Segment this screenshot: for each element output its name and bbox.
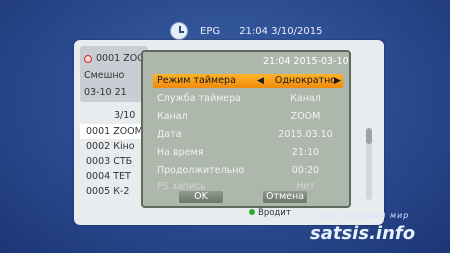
- scrollbar[interactable]: [366, 128, 372, 200]
- row-label: Канал: [157, 111, 188, 122]
- dialog-datetime: 21:04 2015-03-10: [263, 56, 349, 67]
- program-info-box: 0001 ZOO Смешно 03-10 21: [80, 46, 148, 102]
- info-date: 03-10 21: [84, 87, 127, 98]
- duration-row[interactable]: Продолжительно 00:20: [153, 164, 343, 178]
- watermark-logo: satsis.info: [310, 223, 416, 244]
- row-label: На время: [157, 147, 204, 158]
- ok-button[interactable]: OK: [179, 191, 223, 203]
- info-channel: 0001 ZOO: [96, 53, 145, 64]
- timer-mode-row[interactable]: Режим таймера ◀ Однократно ▶: [153, 74, 343, 88]
- date-row[interactable]: Дата 2015.03.10: [153, 128, 343, 142]
- row-label: Режим таймера: [157, 75, 236, 86]
- scrollbar-thumb[interactable]: [366, 128, 372, 144]
- epg-title: EPG: [200, 26, 221, 37]
- bottom-hint: Вродит: [249, 208, 291, 218]
- timer-dialog: 21:04 2015-03-10 Режим таймера ◀ Однокра…: [141, 50, 351, 208]
- row-value: ZOOM: [290, 111, 321, 122]
- top-datetime: 21:04 3/10/2015: [239, 26, 323, 37]
- row-value: 00:20: [291, 165, 320, 176]
- start-time-row[interactable]: На время 21:10: [153, 146, 343, 160]
- row-value: 21:10: [291, 147, 320, 158]
- page-indicator: 3/10: [114, 110, 136, 121]
- row-label: Продолжительно: [157, 165, 245, 176]
- top-bar: EPG 21:04 3/10/2015: [170, 22, 322, 42]
- timer-service-row[interactable]: Служба таймера Канал: [153, 92, 343, 106]
- arrow-left-icon[interactable]: ◀: [257, 76, 264, 86]
- top-title: EPG 21:04 3/10/2015: [200, 26, 322, 37]
- cancel-button[interactable]: Отмена: [263, 191, 307, 203]
- clock-icon: [170, 22, 188, 40]
- channel-row[interactable]: Канал ZOOM: [153, 110, 343, 124]
- green-key-icon: [249, 209, 255, 215]
- row-value: Однократно: [274, 75, 337, 86]
- row-label: Дата: [157, 129, 182, 140]
- row-value: 2015.03.10: [278, 129, 333, 140]
- record-icon: [84, 55, 92, 63]
- row-value: Канал: [290, 93, 321, 104]
- arrow-right-icon[interactable]: ▶: [334, 76, 341, 86]
- watermark: спутниковый мир satsis.info: [306, 208, 446, 248]
- row-label: Служба таймера: [157, 93, 241, 104]
- info-program: Смешно: [84, 70, 125, 81]
- watermark-tagline: спутниковый мир: [320, 211, 410, 220]
